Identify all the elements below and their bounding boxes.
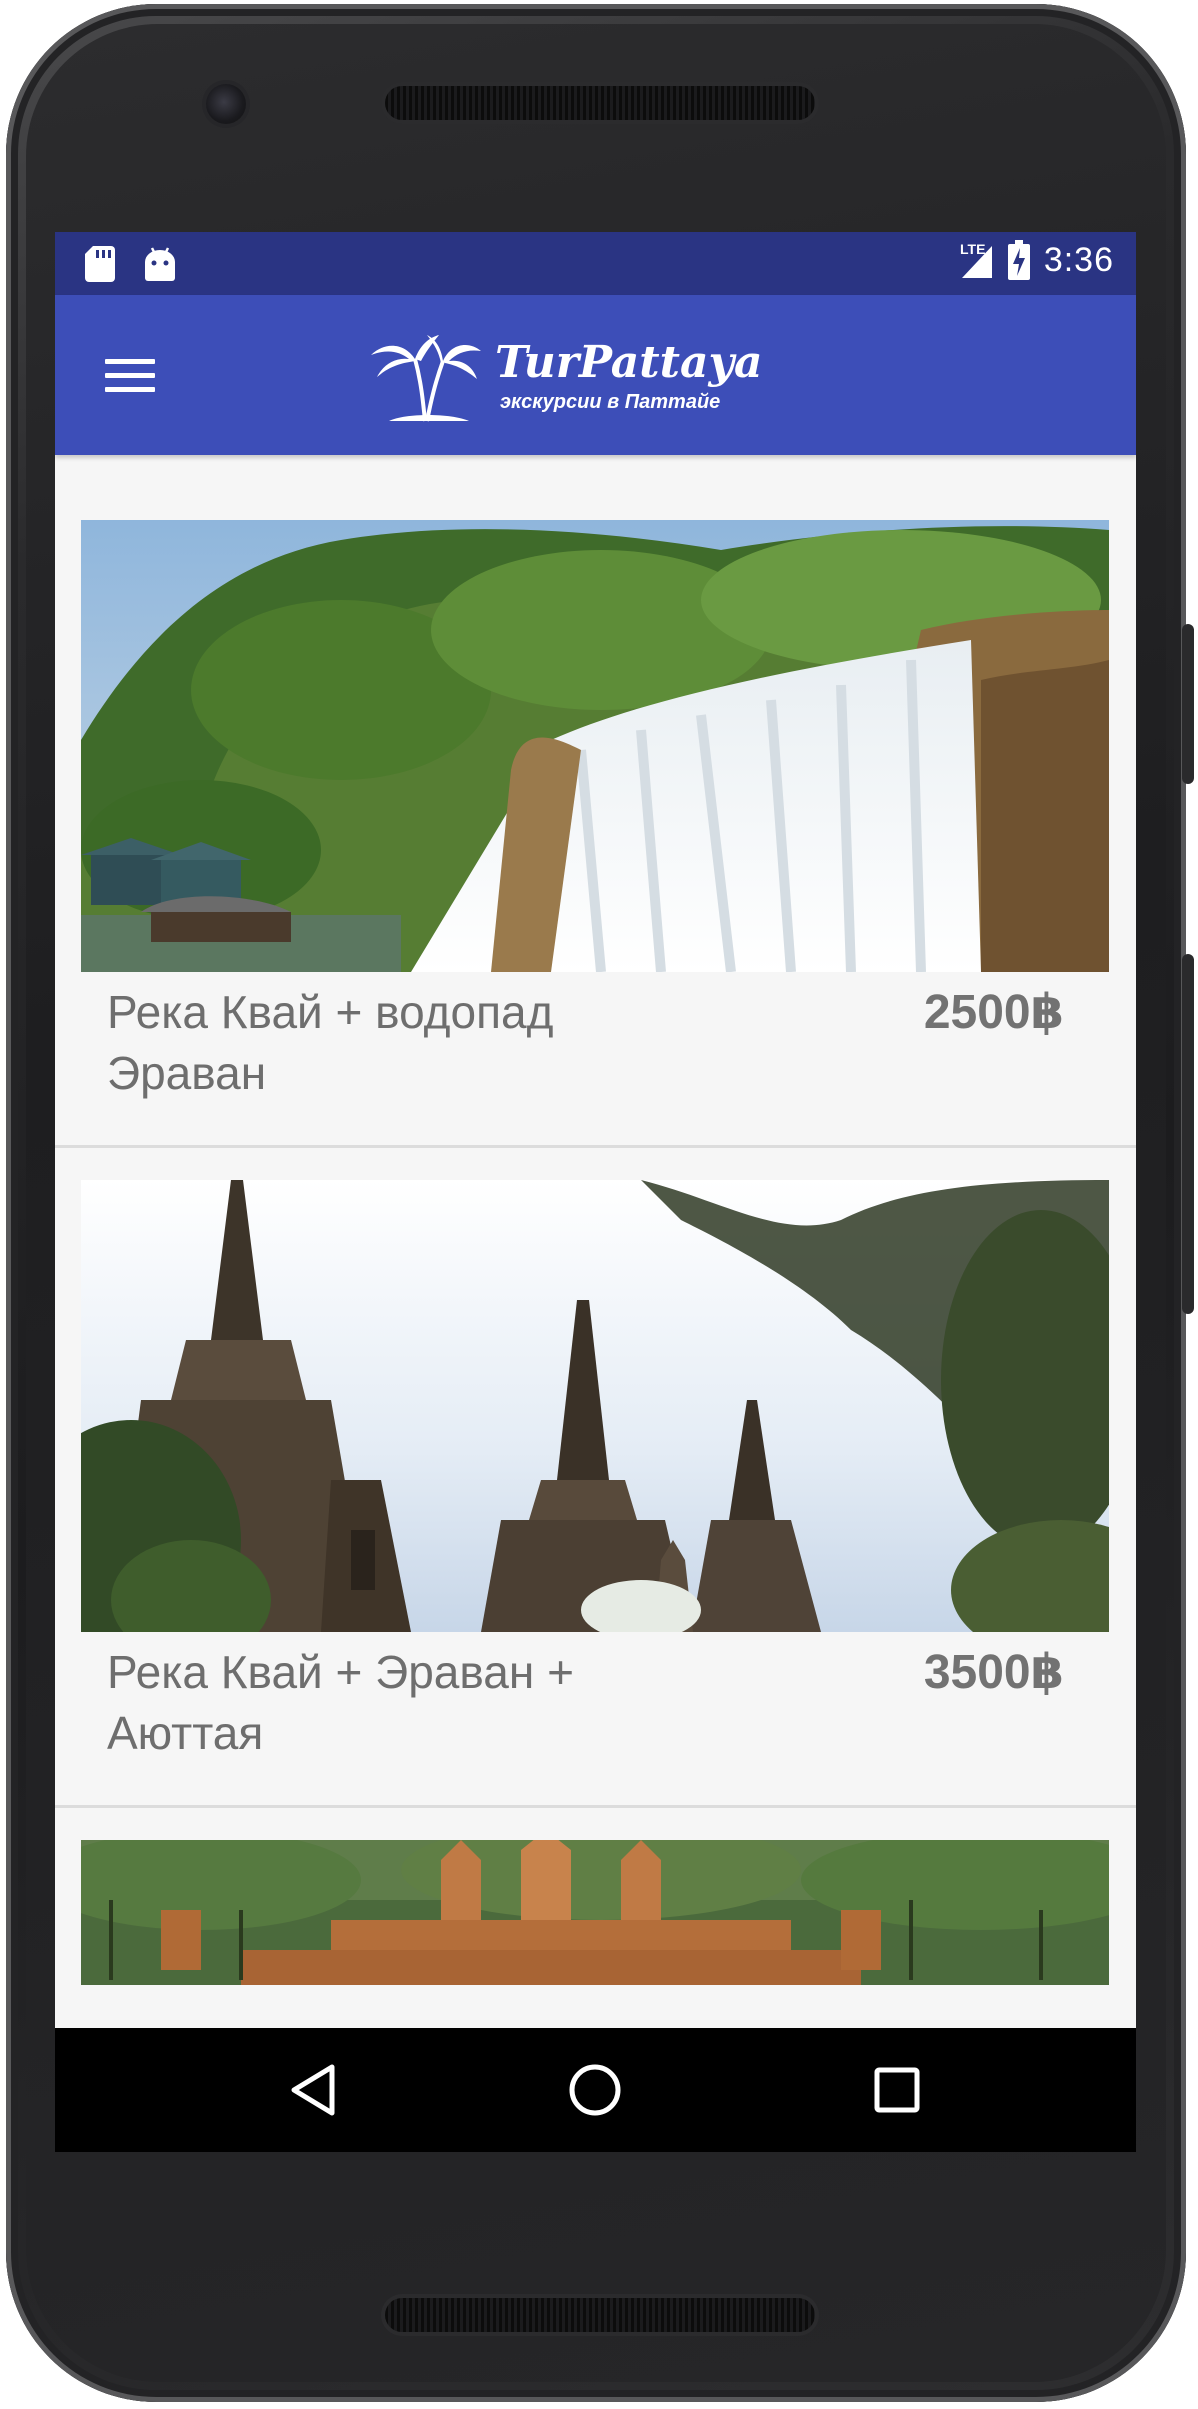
- screen: LTE 3:36 TurPattaya экскурсии в Паттайе …: [55, 232, 1136, 2152]
- home-button[interactable]: [555, 2050, 635, 2130]
- tour-price: 2500฿: [923, 986, 1064, 1039]
- power-button: [1182, 624, 1194, 784]
- card-divider: [55, 1805, 1136, 1808]
- home-icon: [569, 2064, 621, 2116]
- battery-charging-icon: [1007, 240, 1030, 280]
- tour-card[interactable]: Река Квай + Эраван + Аюттая 3500฿: [55, 1180, 1136, 1840]
- tour-list: Река Квай + водопад Эраван 2500฿ Река Кв…: [55, 455, 1136, 1985]
- bottom-speaker: [385, 2298, 815, 2332]
- recents-button[interactable]: [857, 2050, 937, 2130]
- tour-card[interactable]: Река Квай + водопад Эраван 2500฿: [55, 520, 1136, 1180]
- tour-title: Река Квай + водопад Эраван: [107, 986, 554, 1099]
- app-bar: TurPattaya экскурсии в Паттайе: [55, 295, 1136, 455]
- lte-signal-icon: LTE: [960, 241, 992, 278]
- app-logo: TurPattaya экскурсии в Паттайе: [365, 331, 765, 423]
- recents-icon: [874, 2067, 920, 2113]
- navigation-bar: [55, 2028, 1136, 2152]
- earpiece-speaker: [385, 86, 815, 120]
- menu-icon: [105, 358, 155, 364]
- svg-text:LTE: LTE: [960, 241, 985, 257]
- logo-subtitle: экскурсии в Паттайе: [500, 391, 721, 413]
- tour-image: [81, 1180, 1109, 1632]
- volume-button: [1182, 954, 1194, 1314]
- tour-price: 3500฿: [923, 1646, 1064, 1699]
- tour-image: [81, 520, 1109, 972]
- tour-title: Река Квай + Эраван + Аюттая: [107, 1646, 574, 1759]
- android-debug-icon: [145, 247, 175, 281]
- tour-card[interactable]: [55, 1840, 1136, 1985]
- back-button[interactable]: [273, 2050, 353, 2130]
- status-time: 3:36: [1043, 240, 1114, 279]
- menu-button[interactable]: [95, 343, 165, 407]
- sd-card-icon: [85, 246, 115, 282]
- card-divider: [55, 1145, 1136, 1148]
- back-icon: [291, 2064, 335, 2116]
- tour-image: [81, 1840, 1109, 1985]
- palm-tree-logo-icon: [371, 335, 481, 422]
- status-bar: LTE 3:36: [55, 232, 1136, 295]
- front-camera: [206, 84, 246, 124]
- logo-title: TurPattaya: [495, 337, 763, 388]
